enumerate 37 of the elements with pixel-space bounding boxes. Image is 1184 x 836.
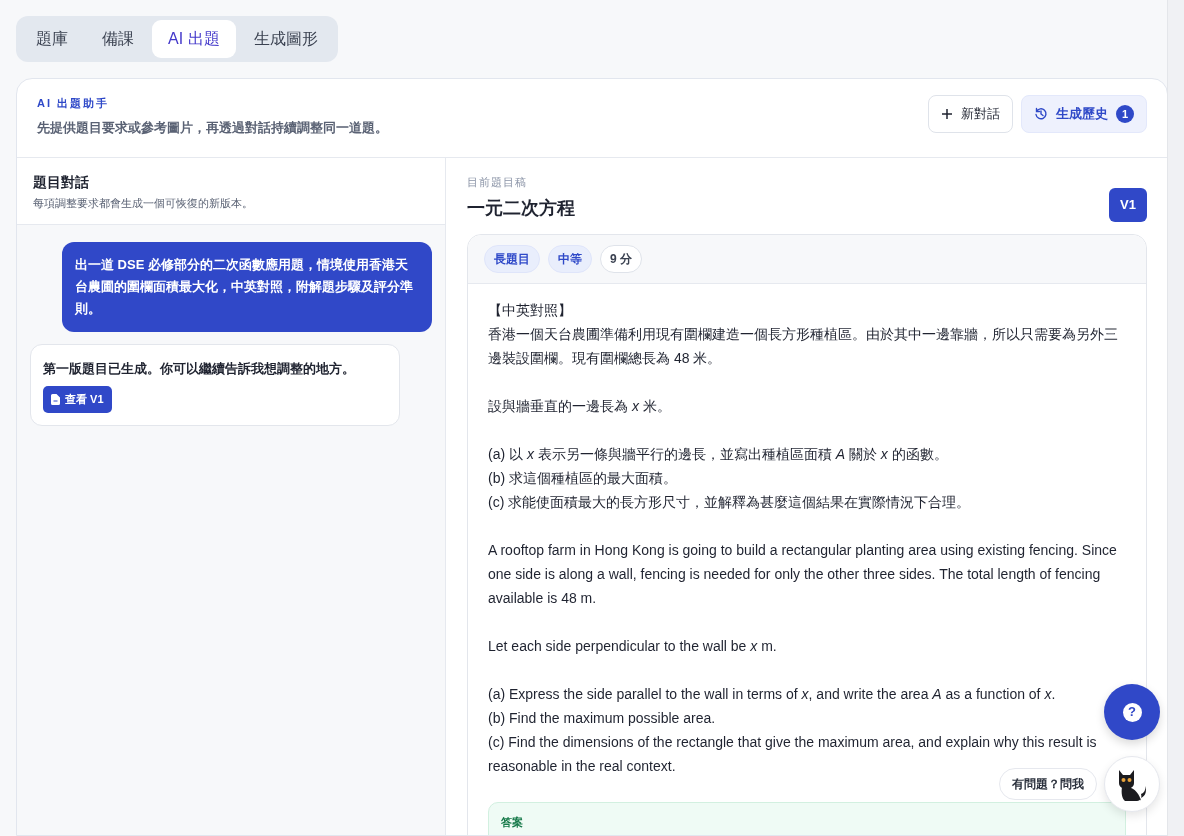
tab[interactable]: 生成圖形 xyxy=(237,20,334,58)
draft-eyebrow: 目前題目稿 xyxy=(467,175,528,190)
panel-subtitle: 每項調整要求都會生成一個可恢復的新版本。 xyxy=(33,196,254,211)
chat-prompt-label: 有問題？問我 xyxy=(999,768,1097,800)
question-text: (b) Find the maximum possible area. xyxy=(488,708,716,728)
tag: 中等 xyxy=(548,244,592,273)
history-icon xyxy=(1034,106,1048,121)
question-text: 設與牆垂直的一邊長為 x 米。 xyxy=(488,396,671,416)
tab[interactable]: AI 出題 xyxy=(152,20,236,58)
header-subtitle: 先提供題目要求或參考圖片，再透過對話持續調整同一道題。 xyxy=(37,118,388,137)
section-eyebrow: AI 出題助手 xyxy=(37,96,111,111)
tab[interactable]: 題庫 xyxy=(20,20,84,58)
question-text: 【中英對照】 xyxy=(488,300,572,320)
tag: 9 分 xyxy=(600,244,642,273)
tab[interactable]: 備課 xyxy=(86,20,150,58)
question-text: (c) Find the dimensions of the rectangle that give the maximum area, and explain why this result is xyxy=(488,732,1097,752)
new-chat-button[interactable]: 新對話 xyxy=(928,95,1013,133)
question-text: A rooftop farm in Hong Kong is going to build a rectangular planting area using existing fencing. Since one side is along a wall, fencing is needed for only the other three sides. The total length of fencing available is 48 m. xyxy=(488,540,1118,608)
question-text: (a) Express the side parallel to the wall in terms of x, and write the area A as a function of x. xyxy=(488,684,1056,704)
history-button[interactable]: 生成歷史 1 xyxy=(1021,95,1147,133)
question-text: (a) 以 x 表示另一條與牆平行的邊長，並寫出種植區面積 A 關於 x 的函數。 xyxy=(488,444,948,464)
draft-title: 一元二次方程 xyxy=(467,196,575,220)
question-text: (b) 求這個種植區的最大面積。 xyxy=(488,468,677,488)
question-text: Let each side perpendicular to the wall be x m. xyxy=(488,636,777,656)
answer-label: 答案 xyxy=(501,815,523,828)
panel-title: 題目對話 xyxy=(33,173,90,192)
user-message: 出一道 DSE 必修部分的二次函數應用題，情境使用香港天台農圃的圍欄面積最大化，中英對照，附解題步驟及評分準則。 xyxy=(62,241,432,332)
question-text: 香港一個天台農圃準備利用現有圍欄建造一個長方形種植區。由於其中一邊靠牆，所以只需要為另外三邊裝設圍欄。現有圍欄總長為 48 米。 xyxy=(488,324,1119,368)
count-badge: 1 xyxy=(1116,104,1134,123)
tag: 長題目 xyxy=(484,244,540,273)
plus-icon xyxy=(941,107,953,120)
assistant-message: 第一版題目已生成。你可以繼續告訴我想調整的地方。 xyxy=(43,359,356,378)
view-version-button[interactable]: 查看 V1 xyxy=(43,386,112,413)
document-icon xyxy=(51,393,60,405)
question-text: (c) 求能使面積最大的長方形尺寸，並解釋為甚麼這個結果在實際情況下合理。 xyxy=(488,492,971,512)
version-badge: V1 xyxy=(1109,188,1147,222)
question-text: reasonable in the real context. xyxy=(488,756,676,776)
